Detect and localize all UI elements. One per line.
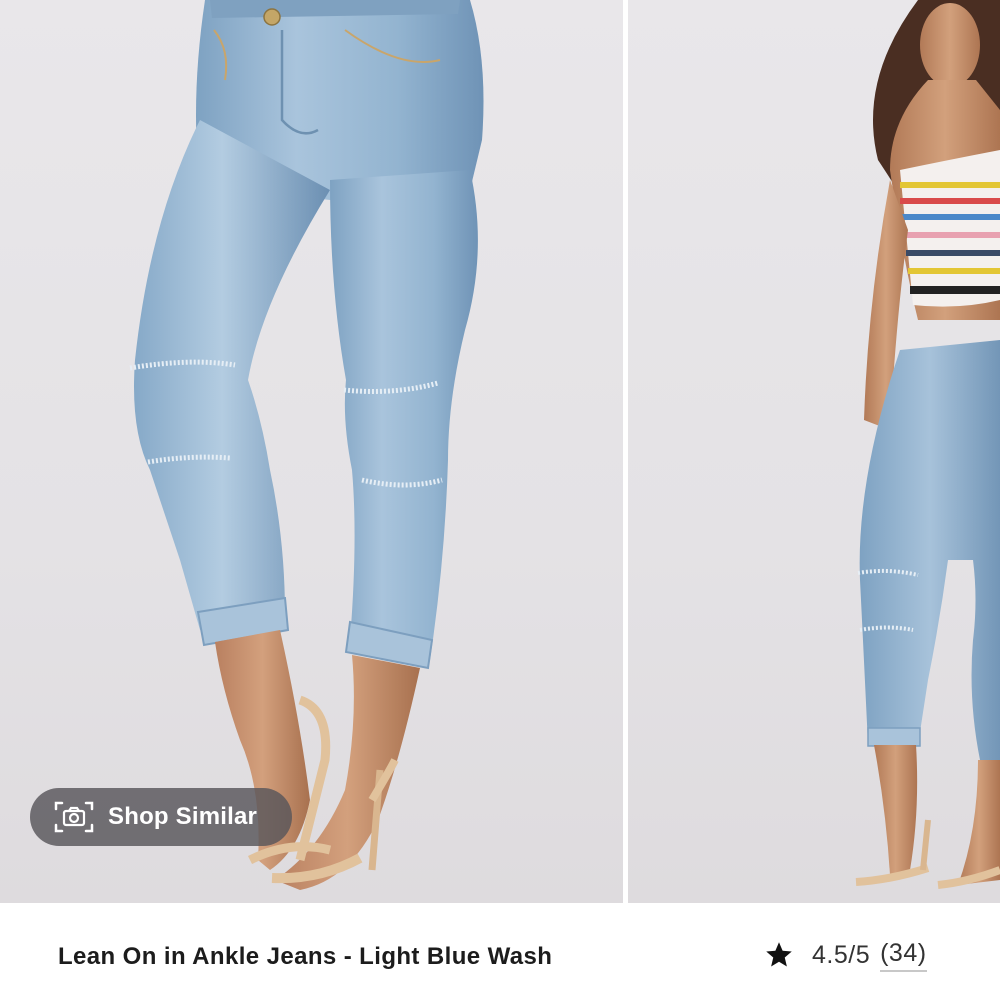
product-image-main[interactable] <box>0 0 623 903</box>
rating-score: 4.5/5 <box>812 940 871 969</box>
product-info: Lean On in Ankle Jeans - Light Blue Wash… <box>0 903 1000 1000</box>
image-gallery[interactable]: Shop Similar <box>0 0 1000 903</box>
shop-similar-label: Shop Similar <box>108 803 258 830</box>
star-icon <box>764 940 794 970</box>
shop-similar-button[interactable]: Shop Similar <box>30 788 292 846</box>
product-card: Shop Similar Lean On in Ankle Jeans - Li… <box>0 0 1000 1000</box>
striped-top <box>900 150 1000 307</box>
model-photo-illustration <box>855 0 1000 889</box>
jeans-photo-illustration <box>129 0 484 890</box>
review-count-link[interactable]: (34) <box>880 939 927 972</box>
product-rating[interactable]: 4.5/5 (34) <box>764 935 927 975</box>
product-title[interactable]: Lean On in Ankle Jeans - Light Blue Wash <box>58 943 552 971</box>
product-image-secondary[interactable] <box>628 0 1000 903</box>
camera-icon <box>54 800 94 834</box>
